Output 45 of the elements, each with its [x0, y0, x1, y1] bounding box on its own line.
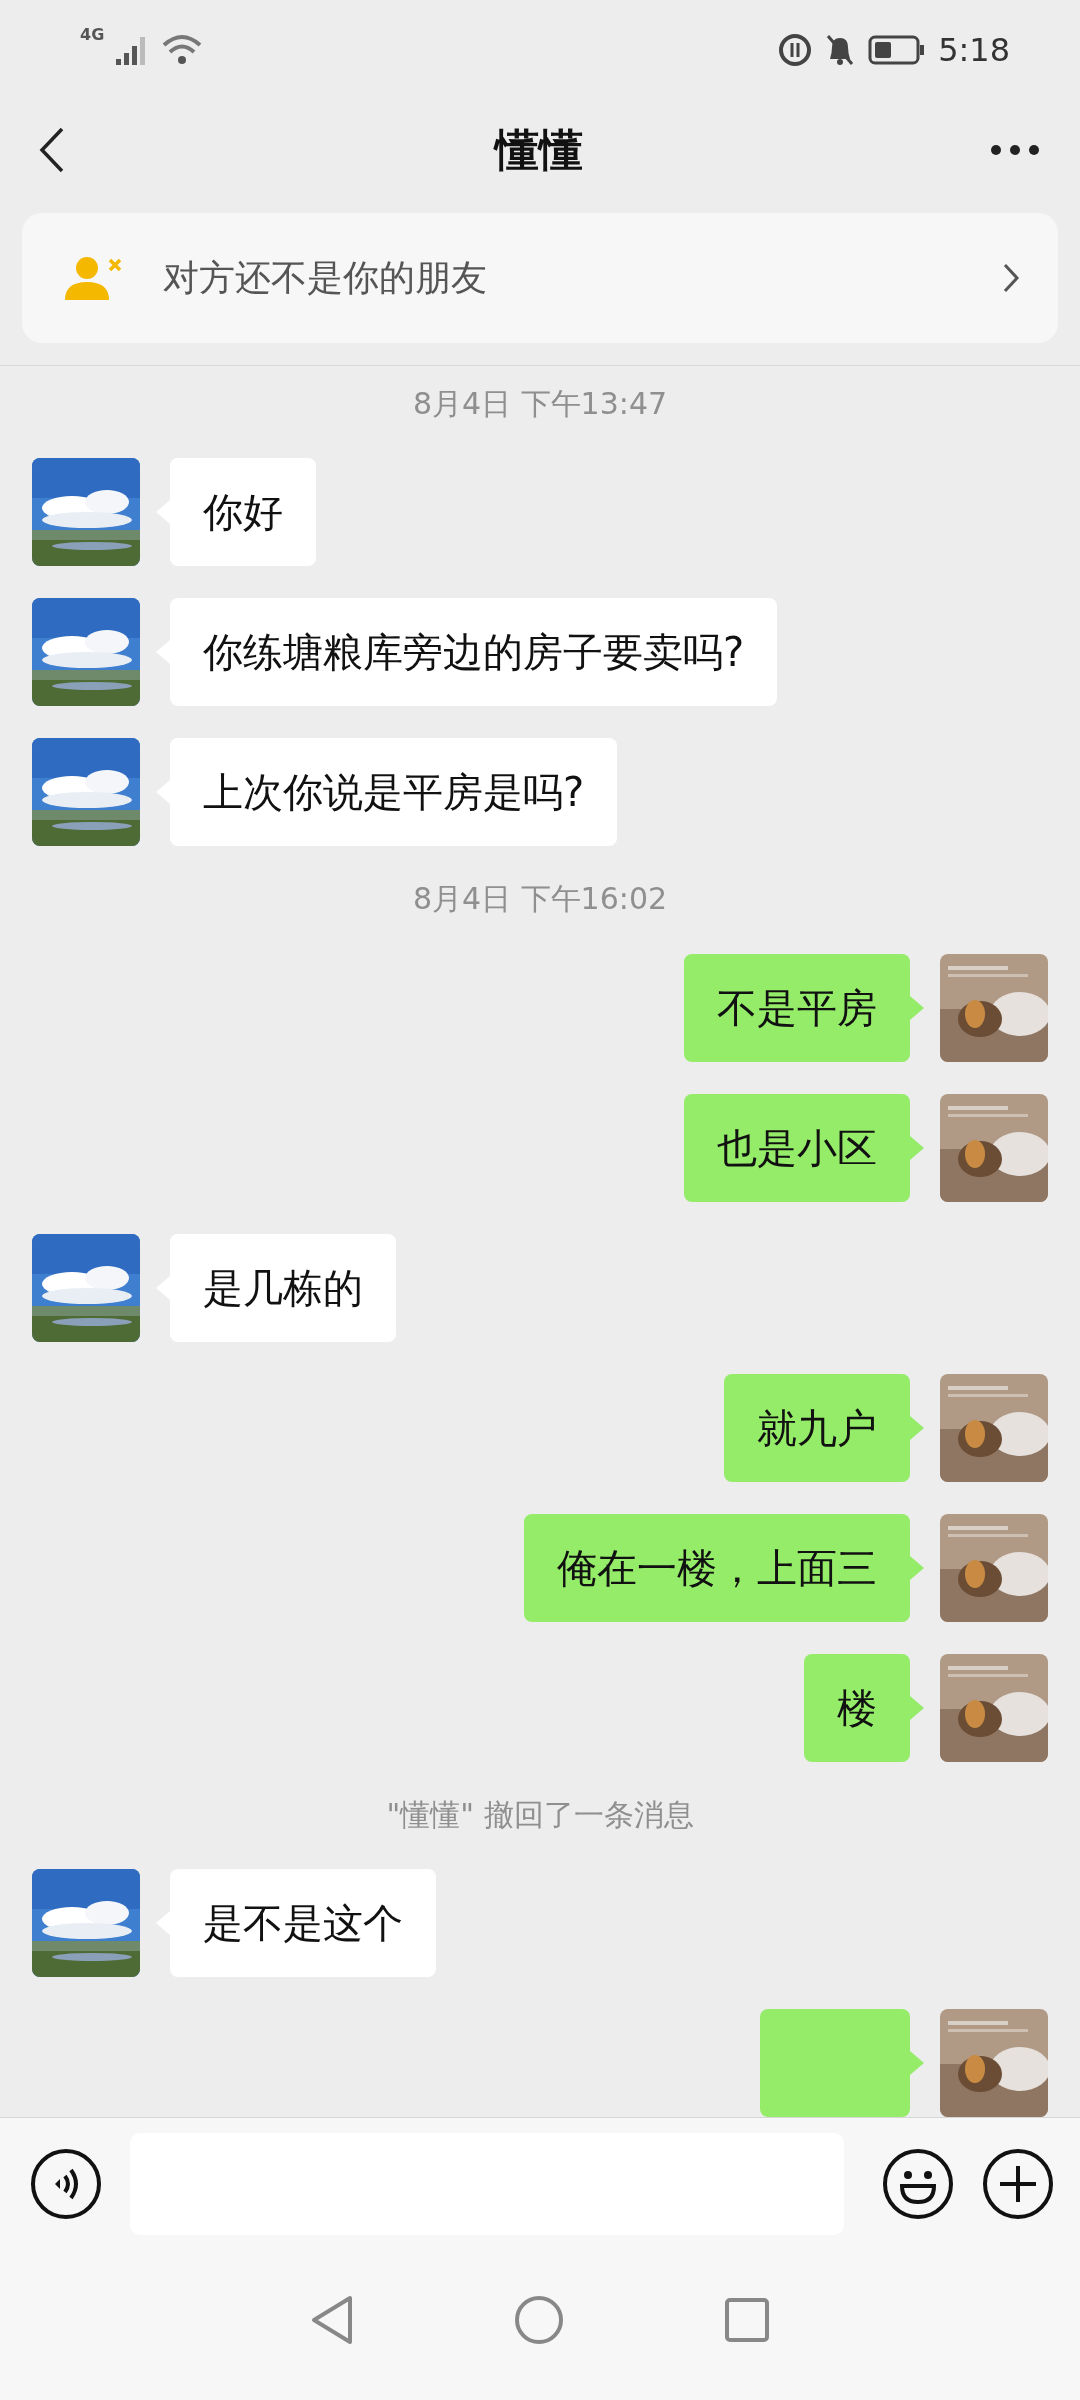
recall-notice: "懂懂" 撤回了一条消息 — [386, 1795, 694, 1834]
voice-icon — [30, 2148, 102, 2220]
triangle-icon — [310, 2295, 354, 2345]
recents-button[interactable] — [724, 2297, 770, 2343]
home-button[interactable] — [514, 2295, 564, 2345]
message-bubble[interactable]: 俺在一楼，上面三 — [524, 1513, 910, 1622]
wifi-icon — [162, 33, 203, 67]
bubble-tail-icon — [910, 995, 924, 1020]
not-friend-banner[interactable]: 对方还不是你的朋友 — [22, 213, 1058, 343]
banner-text: 对方还不是你的朋友 — [163, 255, 488, 300]
chat-title: 懂懂 — [492, 122, 584, 177]
bubble-tail-icon — [910, 2051, 924, 2075]
bubble-tail-icon — [910, 1695, 924, 1720]
more-icon — [990, 144, 1040, 156]
battery-icon — [868, 33, 927, 67]
add-button[interactable] — [982, 2148, 1054, 2220]
bubble-tail-icon — [910, 1135, 924, 1160]
network-type: 4G — [80, 25, 105, 44]
message-bubble[interactable]: 是几栋的 — [170, 1233, 396, 1342]
bubble-tail-icon — [910, 1555, 924, 1580]
nav-back-button[interactable] — [310, 2295, 354, 2345]
message-bubble[interactable]: 不是平房 — [684, 953, 910, 1062]
voice-button[interactable] — [30, 2148, 102, 2220]
plus-icon — [982, 2148, 1054, 2220]
message-bubble[interactable]: 上次你说是平房是吗? — [170, 738, 618, 847]
circle-icon — [514, 2295, 564, 2345]
timestamp: 8月4日 下午13:47 — [412, 385, 668, 424]
square-icon — [724, 2297, 770, 2343]
timestamp: 8月4日 下午16:02 — [412, 880, 668, 919]
smiley-icon — [882, 2148, 954, 2220]
back-button[interactable] — [38, 126, 66, 174]
data-saver-icon — [778, 33, 813, 67]
message-bubble[interactable]: 是不是这个 — [170, 1869, 436, 1977]
more-button[interactable] — [990, 144, 1040, 156]
message-bubble[interactable]: 楼 — [804, 1653, 910, 1762]
message-bubble[interactable]: 你练塘粮库旁边的房子要卖吗? — [170, 598, 778, 707]
clock: 5:18 — [938, 31, 1010, 69]
message-bubble[interactable]: 就九户 — [724, 1373, 910, 1482]
back-icon — [38, 126, 66, 174]
message-bubble[interactable]: 也是小区 — [684, 1093, 910, 1202]
chevron-right-icon — [1002, 262, 1020, 294]
emoji-button[interactable] — [882, 2148, 954, 2220]
person-remove-icon — [65, 254, 123, 302]
message-bubble[interactable]: 你好 — [170, 458, 316, 567]
bubble-tail-icon — [910, 1415, 924, 1440]
